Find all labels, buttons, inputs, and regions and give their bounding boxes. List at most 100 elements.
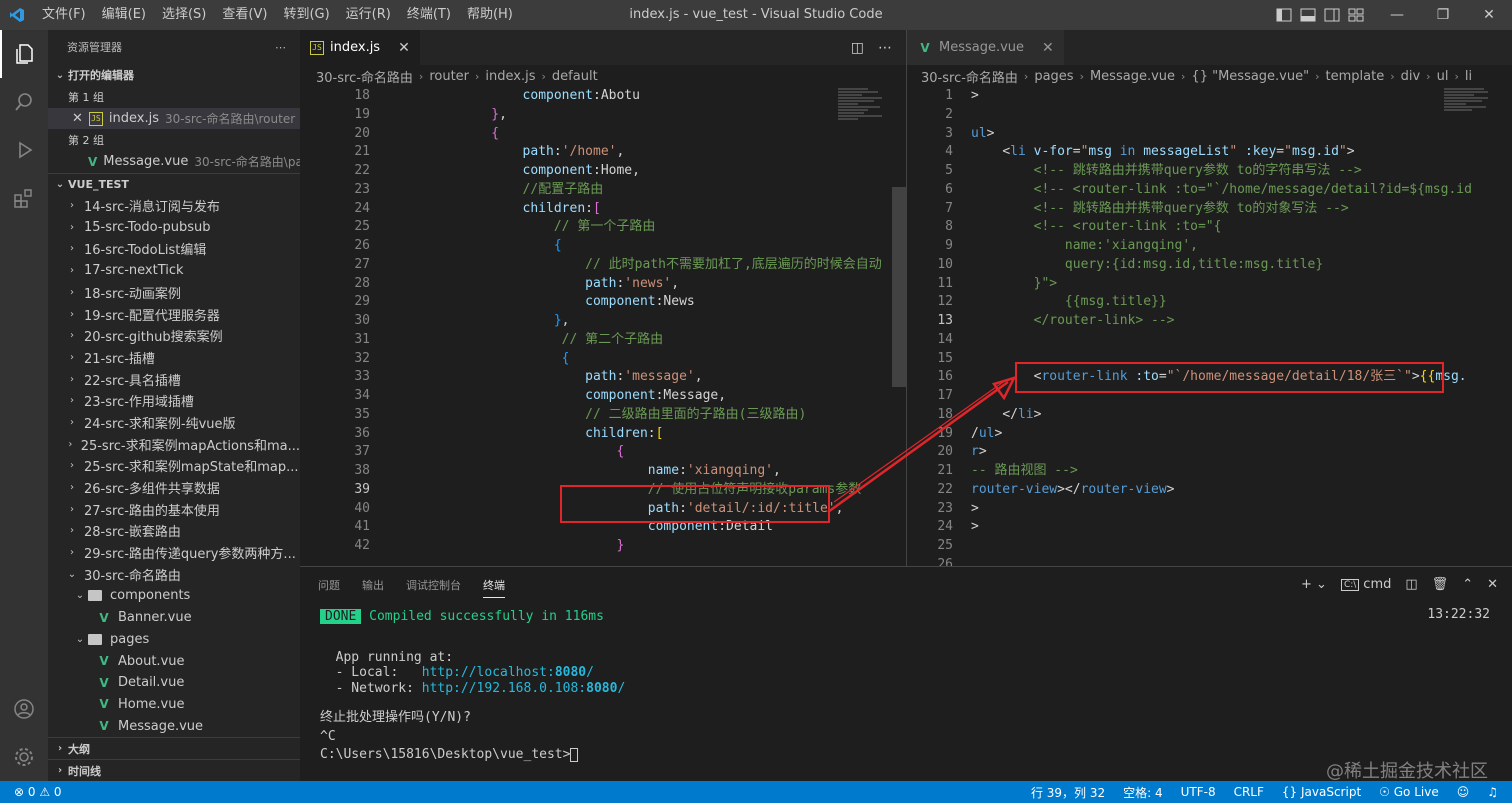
toggle-panel-icon[interactable]	[1300, 8, 1318, 22]
menu-item-2[interactable]: 选择(S)	[154, 0, 214, 30]
breadcrumb-item[interactable]: index.js	[485, 69, 535, 84]
folder-pages[interactable]: ⌄ pages	[48, 629, 300, 651]
local-url[interactable]: http://localhost:8080/	[422, 665, 594, 680]
timeline-section[interactable]: › 时间线	[48, 759, 300, 781]
encoding-status[interactable]: UTF-8	[1181, 785, 1216, 799]
menu-item-1[interactable]: 编辑(E)	[94, 0, 154, 30]
code-line: 26	[907, 556, 1512, 566]
folder-item[interactable]: › 16-src-TodoList编辑	[48, 238, 300, 260]
folder-item[interactable]: › 15-src-Todo-pubsub	[48, 216, 300, 238]
page-file-item[interactable]: V Detail.vue	[48, 672, 300, 694]
breadcrumb-item[interactable]: router	[429, 69, 469, 84]
panel-tab-1[interactable]: 输出	[362, 577, 384, 593]
breadcrumb-item[interactable]: {} "Message.vue"	[1191, 69, 1309, 84]
folder-item[interactable]: › 25-src-求和案例mapActions和ma...	[48, 433, 300, 455]
tab-index-js[interactable]: JS index.js ✕	[300, 30, 420, 65]
folder-item[interactable]: › 29-src-路由传递query参数两种方...	[48, 542, 300, 564]
page-file-item[interactable]: V Message.vue	[48, 715, 300, 737]
cursor-position[interactable]: 行 39，列 32	[1031, 784, 1105, 801]
breadcrumb-item[interactable]: 30-src-命名路由	[316, 67, 413, 86]
minimap[interactable]	[838, 87, 892, 177]
folder-item[interactable]: › 25-src-求和案例mapState和map...	[48, 455, 300, 477]
panel-tab-3[interactable]: 终端	[483, 577, 505, 598]
gear-icon[interactable]	[0, 733, 48, 781]
toggle-secondary-sidebar-icon[interactable]	[1324, 8, 1342, 22]
minimize-icon[interactable]: —	[1374, 0, 1420, 30]
folder-item[interactable]: › 20-src-github搜索案例	[48, 325, 300, 347]
run-debug-icon[interactable]	[0, 126, 48, 174]
panel-tab-0[interactable]: 问题	[318, 577, 340, 593]
breadcrumb-separator-icon: ›	[1315, 69, 1320, 83]
split-terminal-icon[interactable]: ◫	[1405, 577, 1417, 592]
new-terminal-icon[interactable]: + ⌄	[1301, 577, 1327, 592]
open-editor-index-js[interactable]: ✕ JS index.js 30-src-命名路由\router	[48, 107, 300, 130]
breadcrumb-item[interactable]: pages	[1034, 69, 1073, 84]
customize-layout-icon[interactable]	[1348, 8, 1366, 22]
language-mode[interactable]: {} JavaScript	[1282, 785, 1361, 799]
indentation-status[interactable]: 空格: 4	[1123, 784, 1163, 801]
file-banner-vue[interactable]: V Banner.vue	[48, 607, 300, 629]
folder-item[interactable]: › 14-src-消息订阅与发布	[48, 195, 300, 217]
page-file-item[interactable]: V Home.vue	[48, 694, 300, 716]
notifications-bell-icon[interactable]: ♫	[1487, 785, 1498, 799]
terminal-output[interactable]: DONE Compiled successfully in 116ms App …	[320, 605, 1492, 763]
outline-section[interactable]: › 大纲	[48, 737, 300, 759]
close-tab-icon[interactable]: ✕	[398, 40, 410, 56]
page-file-item[interactable]: V About.vue	[48, 650, 300, 672]
folder-item[interactable]: › 23-src-作用域插槽	[48, 390, 300, 412]
go-live-button[interactable]: ☉ Go Live	[1379, 785, 1439, 799]
close-panel-icon[interactable]: ✕	[1487, 577, 1498, 592]
breadcrumb-item[interactable]: div	[1401, 69, 1421, 84]
trash-icon[interactable]: 🗑	[1432, 577, 1449, 592]
folder-item[interactable]: › 17-src-nextTick	[48, 260, 300, 282]
panel-tab-2[interactable]: 调试控制台	[406, 577, 461, 593]
breadcrumb-item[interactable]: default	[552, 69, 598, 84]
breadcrumb-item[interactable]: 30-src-命名路由	[921, 67, 1018, 86]
folder-item[interactable]: › 24-src-求和案例-纯vue版	[48, 412, 300, 434]
more-actions-icon[interactable]: ⋯	[878, 40, 892, 56]
folder-item[interactable]: › 21-src-插槽	[48, 347, 300, 369]
folder-item[interactable]: › 18-src-动画案例	[48, 282, 300, 304]
menu-item-5[interactable]: 运行(R)	[338, 0, 399, 30]
network-url[interactable]: http://192.168.0.108:8080/	[422, 681, 626, 696]
folder-item[interactable]: › 27-src-路由的基本使用	[48, 498, 300, 520]
folder-item[interactable]: › 22-src-具名插槽	[48, 368, 300, 390]
breadcrumb-item[interactable]: li	[1465, 69, 1472, 84]
folder-30-src[interactable]: ⌄ 30-src-命名路由	[48, 563, 300, 585]
feedback-icon[interactable]: ☺	[1457, 785, 1470, 799]
project-section[interactable]: ⌄ VUE_TEST	[48, 172, 300, 195]
explorer-icon[interactable]	[0, 30, 48, 78]
search-icon[interactable]	[0, 78, 48, 126]
split-editor-icon[interactable]: ◫	[851, 40, 864, 56]
eol-status[interactable]: CRLF	[1234, 785, 1264, 799]
menu-item-3[interactable]: 查看(V)	[214, 0, 275, 30]
breadcrumb-item[interactable]: Message.vue	[1090, 69, 1175, 84]
breadcrumb-item[interactable]: ul	[1437, 69, 1449, 84]
folder-item[interactable]: › 26-src-多组件共享数据	[48, 477, 300, 499]
problems-status[interactable]: ⊗ 0 ⚠ 0	[14, 785, 62, 799]
chevron-right-icon: ›	[70, 200, 74, 212]
menu-item-6[interactable]: 终端(T)	[399, 0, 459, 30]
menu-item-4[interactable]: 转到(G)	[275, 0, 337, 30]
restore-icon[interactable]: ❐	[1420, 0, 1466, 30]
menu-item-0[interactable]: 文件(F)	[34, 0, 94, 30]
account-icon[interactable]	[0, 685, 48, 733]
open-editor-message-vue[interactable]: V Message.vue 30-src-命名路由\pa...	[48, 151, 300, 173]
menu-item-7[interactable]: 帮助(H)	[459, 0, 521, 30]
close-icon[interactable]: ✕	[72, 111, 83, 126]
folder-item[interactable]: › 28-src-嵌套路由	[48, 520, 300, 542]
folder-components[interactable]: ⌄ components	[48, 585, 300, 607]
close-tab-icon[interactable]: ✕	[1042, 40, 1054, 56]
tab-message-vue[interactable]: V Message.vue ✕	[907, 30, 1064, 65]
minimap[interactable]	[1444, 87, 1498, 177]
folder-item[interactable]: › 19-src-配置代理服务器	[48, 303, 300, 325]
maximize-panel-icon[interactable]: ⌃	[1462, 577, 1473, 592]
more-actions-icon[interactable]: ⋯	[275, 41, 286, 54]
terminal-selector[interactable]: C:\ cmd	[1340, 577, 1391, 592]
close-window-icon[interactable]: ✕	[1466, 0, 1512, 30]
vertical-scrollbar[interactable]	[1498, 87, 1512, 566]
breadcrumb-item[interactable]: template	[1326, 69, 1385, 84]
open-editors-section[interactable]: ⌄ 打开的编辑器	[48, 64, 300, 86]
extensions-icon[interactable]	[0, 174, 48, 222]
toggle-sidebar-icon[interactable]	[1276, 8, 1294, 22]
